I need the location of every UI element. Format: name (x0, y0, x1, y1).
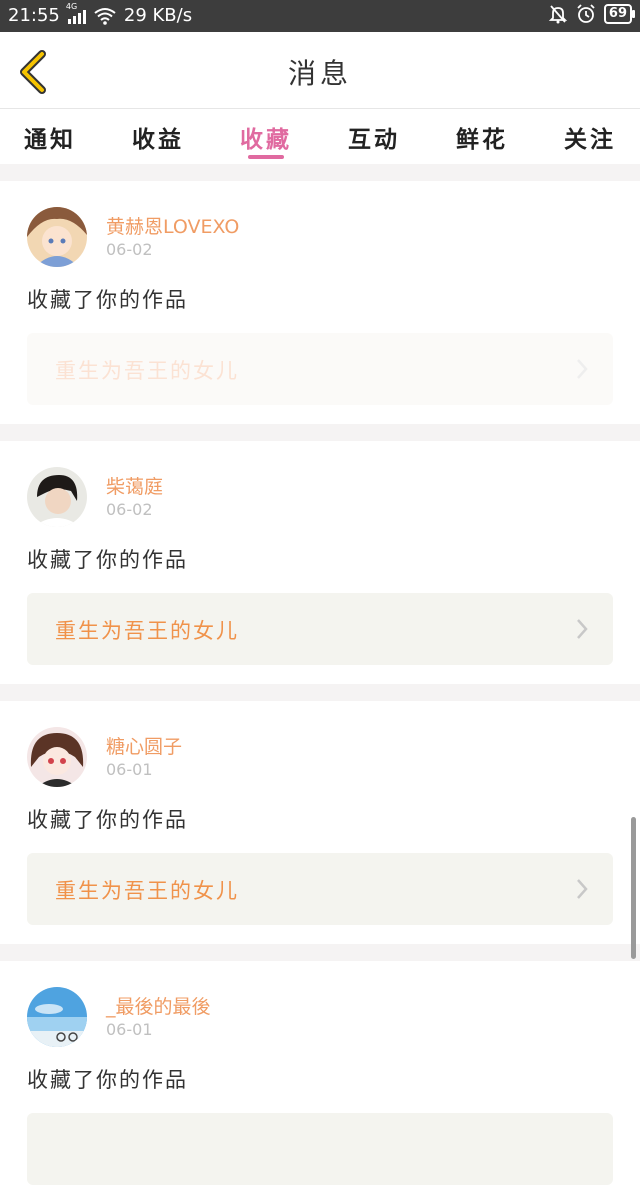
timestamp: 06-02 (106, 500, 153, 519)
status-time: 21:55 (8, 5, 60, 26)
avatar[interactable] (27, 727, 87, 787)
status-bar: 21:55 4G 29 KB/s 69 (0, 0, 640, 32)
list-item: 糖心圆子 06-01 收藏了你的作品 重生为吾王的女儿 (0, 701, 640, 944)
tab-earnings[interactable]: 收益 (132, 109, 184, 164)
work-title: 重生为吾王的女儿 (55, 359, 239, 383)
work-title: 重生为吾王的女儿 (55, 879, 239, 903)
chevron-right-icon (577, 359, 588, 379)
wifi-icon (94, 7, 116, 25)
network-speed: 29 KB/s (123, 5, 193, 26)
username[interactable]: 黄赫恩LOVEXO (106, 212, 239, 239)
tab-flowers[interactable]: 鲜花 (456, 109, 508, 164)
message-text: 收藏了你的作品 (27, 808, 188, 832)
divider (0, 684, 640, 701)
scrollbar[interactable] (631, 817, 636, 959)
app-header: 消息 (0, 32, 640, 109)
tab-interactions[interactable]: 互动 (348, 109, 400, 164)
list-item: _最後的最後 06-01 收藏了你的作品 (0, 961, 640, 1204)
divider (0, 944, 640, 961)
timestamp: 06-01 (106, 1020, 153, 1039)
work-link[interactable]: 重生为吾王的女儿 (27, 593, 613, 665)
divider (0, 164, 640, 181)
message-text: 收藏了你的作品 (27, 1068, 188, 1092)
message-text: 收藏了你的作品 (27, 548, 188, 572)
avatar[interactable] (27, 207, 87, 267)
username[interactable]: 柴蔼庭 (106, 472, 163, 499)
timestamp: 06-02 (106, 240, 153, 259)
alarm-icon (577, 4, 595, 23)
timestamp: 06-01 (106, 760, 153, 779)
work-link[interactable]: 重生为吾王的女儿 (27, 853, 613, 925)
work-link[interactable]: 重生为吾王的女儿 (27, 333, 613, 405)
chevron-right-icon (577, 619, 588, 639)
list-item: 柴蔼庭 06-02 收藏了你的作品 重生为吾王的女儿 (0, 441, 640, 684)
signal-icon: 4G (66, 2, 86, 24)
username[interactable]: 糖心圆子 (106, 732, 182, 759)
message-list: 黄赫恩LOVEXO 06-02 收藏了你的作品 重生为吾王的女儿 柴蔼庭 06-… (0, 164, 640, 1204)
list-item: 黄赫恩LOVEXO 06-02 收藏了你的作品 重生为吾王的女儿 (0, 181, 640, 424)
tab-bar: 通知 收益 收藏 互动 鲜花 关注 (0, 109, 640, 164)
message-text: 收藏了你的作品 (27, 288, 188, 312)
chevron-right-icon (577, 879, 588, 899)
tab-follows[interactable]: 关注 (564, 109, 616, 164)
work-title: 重生为吾王的女儿 (55, 619, 239, 643)
work-link[interactable] (27, 1113, 613, 1185)
username[interactable]: _最後的最後 (106, 992, 211, 1019)
avatar[interactable] (27, 467, 87, 527)
divider (0, 424, 640, 441)
avatar[interactable] (27, 987, 87, 1047)
page-title: 消息 (287, 57, 352, 90)
bell-off-icon (548, 5, 568, 24)
battery-icon: 69 (603, 4, 636, 24)
tab-favorites[interactable]: 收藏 (240, 109, 292, 164)
tab-notifications[interactable]: 通知 (24, 109, 76, 164)
